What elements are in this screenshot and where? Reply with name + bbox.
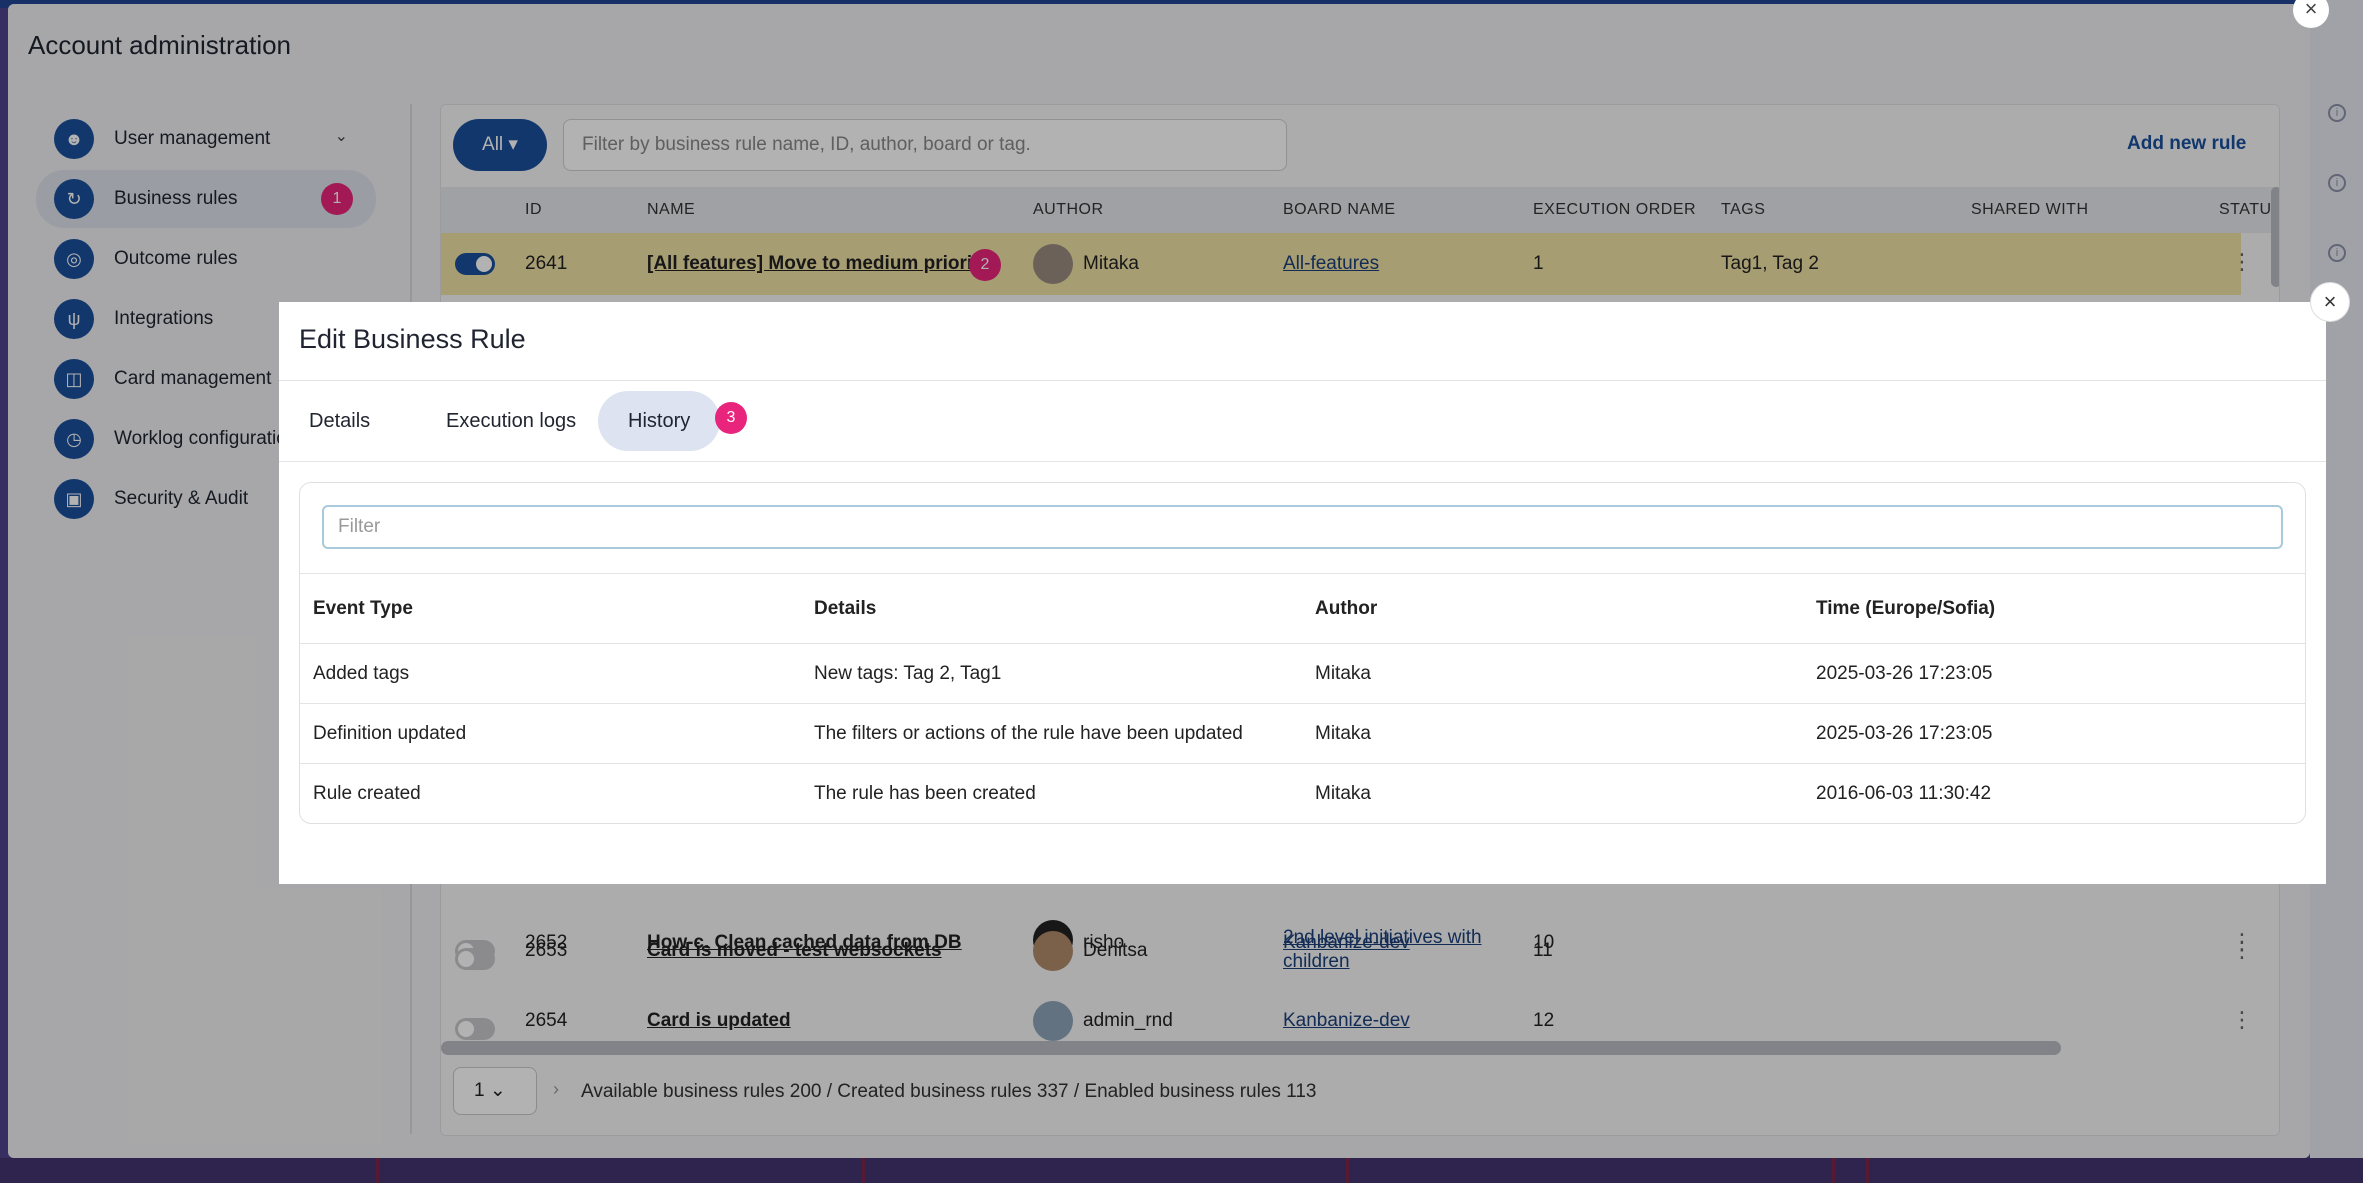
board-name-link[interactable]: Kanbanize-dev — [1283, 1010, 1410, 1032]
event-author: Mitaka — [1315, 783, 1371, 804]
table-row[interactable]: 2653 Card is moved - test websockets Den… — [441, 919, 2253, 981]
more-options-icon[interactable]: ⋮ — [2231, 937, 2253, 963]
page-select[interactable]: 1 ⌄ — [453, 1067, 537, 1115]
modal-title: Edit Business Rule — [299, 324, 526, 354]
sidebar-item-label: Integrations — [114, 308, 214, 329]
sidebar-item-label: Business rules — [114, 188, 238, 209]
more-options-icon[interactable]: ⋮ — [2231, 249, 2253, 275]
tab-history[interactable]: History — [598, 391, 721, 451]
rule-enabled-toggle[interactable] — [455, 253, 495, 275]
rules-search-input[interactable]: Filter by business rule name, ID, author… — [563, 119, 1287, 171]
board-name-link[interactable]: children — [1283, 951, 1350, 973]
rule-author: admin_rnd — [1083, 1010, 1173, 1031]
horizontal-scrollbar[interactable] — [441, 1041, 2061, 1055]
chevron-right-icon[interactable]: › — [553, 1079, 559, 1100]
rules-summary-text: Available business rules 200 / Created b… — [581, 1081, 1317, 1102]
column-header[interactable]: ID — [525, 201, 542, 219]
event-time: 2025-03-26 17:23:05 — [1816, 723, 1993, 744]
add-new-rule-link[interactable]: Add new rule — [2127, 133, 2246, 155]
admin-title: Account administration — [28, 30, 292, 60]
sidebar-item-label: Worklog configuratio — [114, 428, 287, 449]
sidebar-item-label: Security & Audit — [114, 488, 249, 509]
history-panel: Event Type Details Author Time (Europe/S… — [299, 482, 2306, 824]
users-icon: ☻ — [54, 119, 94, 159]
lock-icon: ▣ — [54, 479, 94, 519]
rule-tags: Tag1, Tag 2 — [1721, 253, 1819, 274]
event-author: Mitaka — [1315, 723, 1371, 744]
step-badge: 3 — [715, 402, 747, 434]
event-time: 2016-06-03 11:30:42 — [1816, 783, 1992, 804]
rule-id: 2641 — [525, 253, 568, 274]
modal-close-button[interactable]: × — [2310, 282, 2350, 322]
column-header[interactable]: EXECUTION ORDER — [1533, 201, 1696, 219]
column-header: Author — [1315, 598, 1378, 619]
worklog-icon: ◷ — [54, 419, 94, 459]
rule-name-link[interactable]: [All features] Move to medium priorit — [647, 253, 978, 275]
plug-icon: ψ — [54, 299, 94, 339]
event-details: The filters or actions of the rule have … — [814, 723, 1243, 744]
vertical-scrollbar[interactable] — [2271, 187, 2279, 287]
column-header: Details — [814, 598, 877, 619]
table-row[interactable]: 2641 [All features] Move to medium prior… — [441, 233, 2253, 295]
page-select-value: 1 — [474, 1080, 485, 1101]
event-author: Mitaka — [1315, 663, 1371, 684]
board-name-link[interactable]: All-features — [1283, 253, 1379, 275]
history-table-header: Event Type Details Author Time (Europe/S… — [300, 573, 2305, 643]
event-details: New tags: Tag 2, Tag1 — [814, 663, 1002, 684]
rules-table-header: ID NAME AUTHOR BOARD NAME EXECUTION ORDE… — [441, 187, 2279, 233]
sidebar-item-label: Card management — [114, 368, 272, 389]
target-icon: ◎ — [54, 239, 94, 279]
execution-order: 1 — [1533, 253, 1544, 274]
column-header[interactable]: SHARED WITH — [1971, 201, 2089, 219]
sidebar-item-outcome-rules[interactable]: ◎ Outcome rules — [36, 230, 376, 288]
event-details: The rule has been created — [814, 783, 1036, 804]
rule-name-link[interactable]: Card is updated — [647, 1010, 791, 1032]
column-header[interactable]: NAME — [647, 201, 695, 219]
step-badge: 2 — [969, 249, 1001, 281]
execution-order: 12 — [1533, 1010, 1555, 1031]
sidebar-item-label: Outcome rules — [114, 248, 238, 269]
rule-author: Mitaka — [1083, 253, 1139, 274]
step-badge: 1 — [321, 183, 353, 215]
avatar — [1033, 244, 1073, 284]
rule-id: 2654 — [525, 1010, 568, 1031]
history-row: Rule created The rule has been created M… — [300, 763, 2305, 823]
more-options-icon[interactable]: ⋮ — [2231, 1007, 2253, 1033]
column-header: Event Type — [313, 598, 413, 619]
sidebar-item-label: User management — [114, 128, 271, 149]
rule-enabled-toggle[interactable] — [455, 1018, 495, 1040]
sidebar-item-user-management[interactable]: ☻ User management ⌄ — [36, 110, 376, 168]
avatar — [1033, 1001, 1073, 1041]
column-header: Time (Europe/Sofia) — [1816, 598, 1996, 619]
column-header[interactable]: BOARD NAME — [1283, 201, 1396, 219]
refresh-icon: ↻ — [54, 179, 94, 219]
column-header[interactable]: TAGS — [1721, 201, 1765, 219]
cards-icon: ◫ — [54, 359, 94, 399]
rule-name-link[interactable]: Card is moved - test websockets — [647, 940, 942, 962]
column-header[interactable]: AUTHOR — [1033, 201, 1104, 219]
history-filter-input[interactable] — [322, 505, 2283, 549]
modal-divider — [279, 380, 2326, 381]
modal-divider — [279, 461, 2326, 462]
avatar — [1033, 931, 1073, 971]
rule-author: Denitsa — [1083, 940, 1148, 961]
rule-enabled-toggle[interactable] — [455, 948, 495, 970]
tab-execution-logs[interactable]: Execution logs — [416, 391, 606, 451]
tab-details[interactable]: Details — [279, 391, 400, 451]
chevron-down-icon[interactable]: ⌄ — [335, 126, 348, 146]
history-row: Definition updated The filters or action… — [300, 703, 2305, 763]
event-type: Rule created — [313, 783, 421, 804]
event-type: Added tags — [313, 663, 410, 684]
all-filter-button[interactable]: All ▾ — [453, 119, 547, 171]
event-time: 2025-03-26 17:23:05 — [1816, 663, 1993, 684]
board-name-link[interactable]: 2nd level initiatives with — [1283, 927, 1482, 949]
event-type: Definition updated — [313, 723, 467, 744]
edit-business-rule-modal: Edit Business Rule × Details Execution l… — [279, 282, 2350, 884]
sidebar-item-business-rules[interactable]: ↻ Business rules 1 — [36, 170, 376, 228]
chevron-down-icon: ⌄ — [489, 1080, 506, 1101]
history-row: Added tags New tags: Tag 2, Tag1 Mitaka … — [300, 643, 2305, 703]
execution-order: 11 — [1533, 940, 1553, 961]
rule-id: 2653 — [525, 940, 568, 961]
